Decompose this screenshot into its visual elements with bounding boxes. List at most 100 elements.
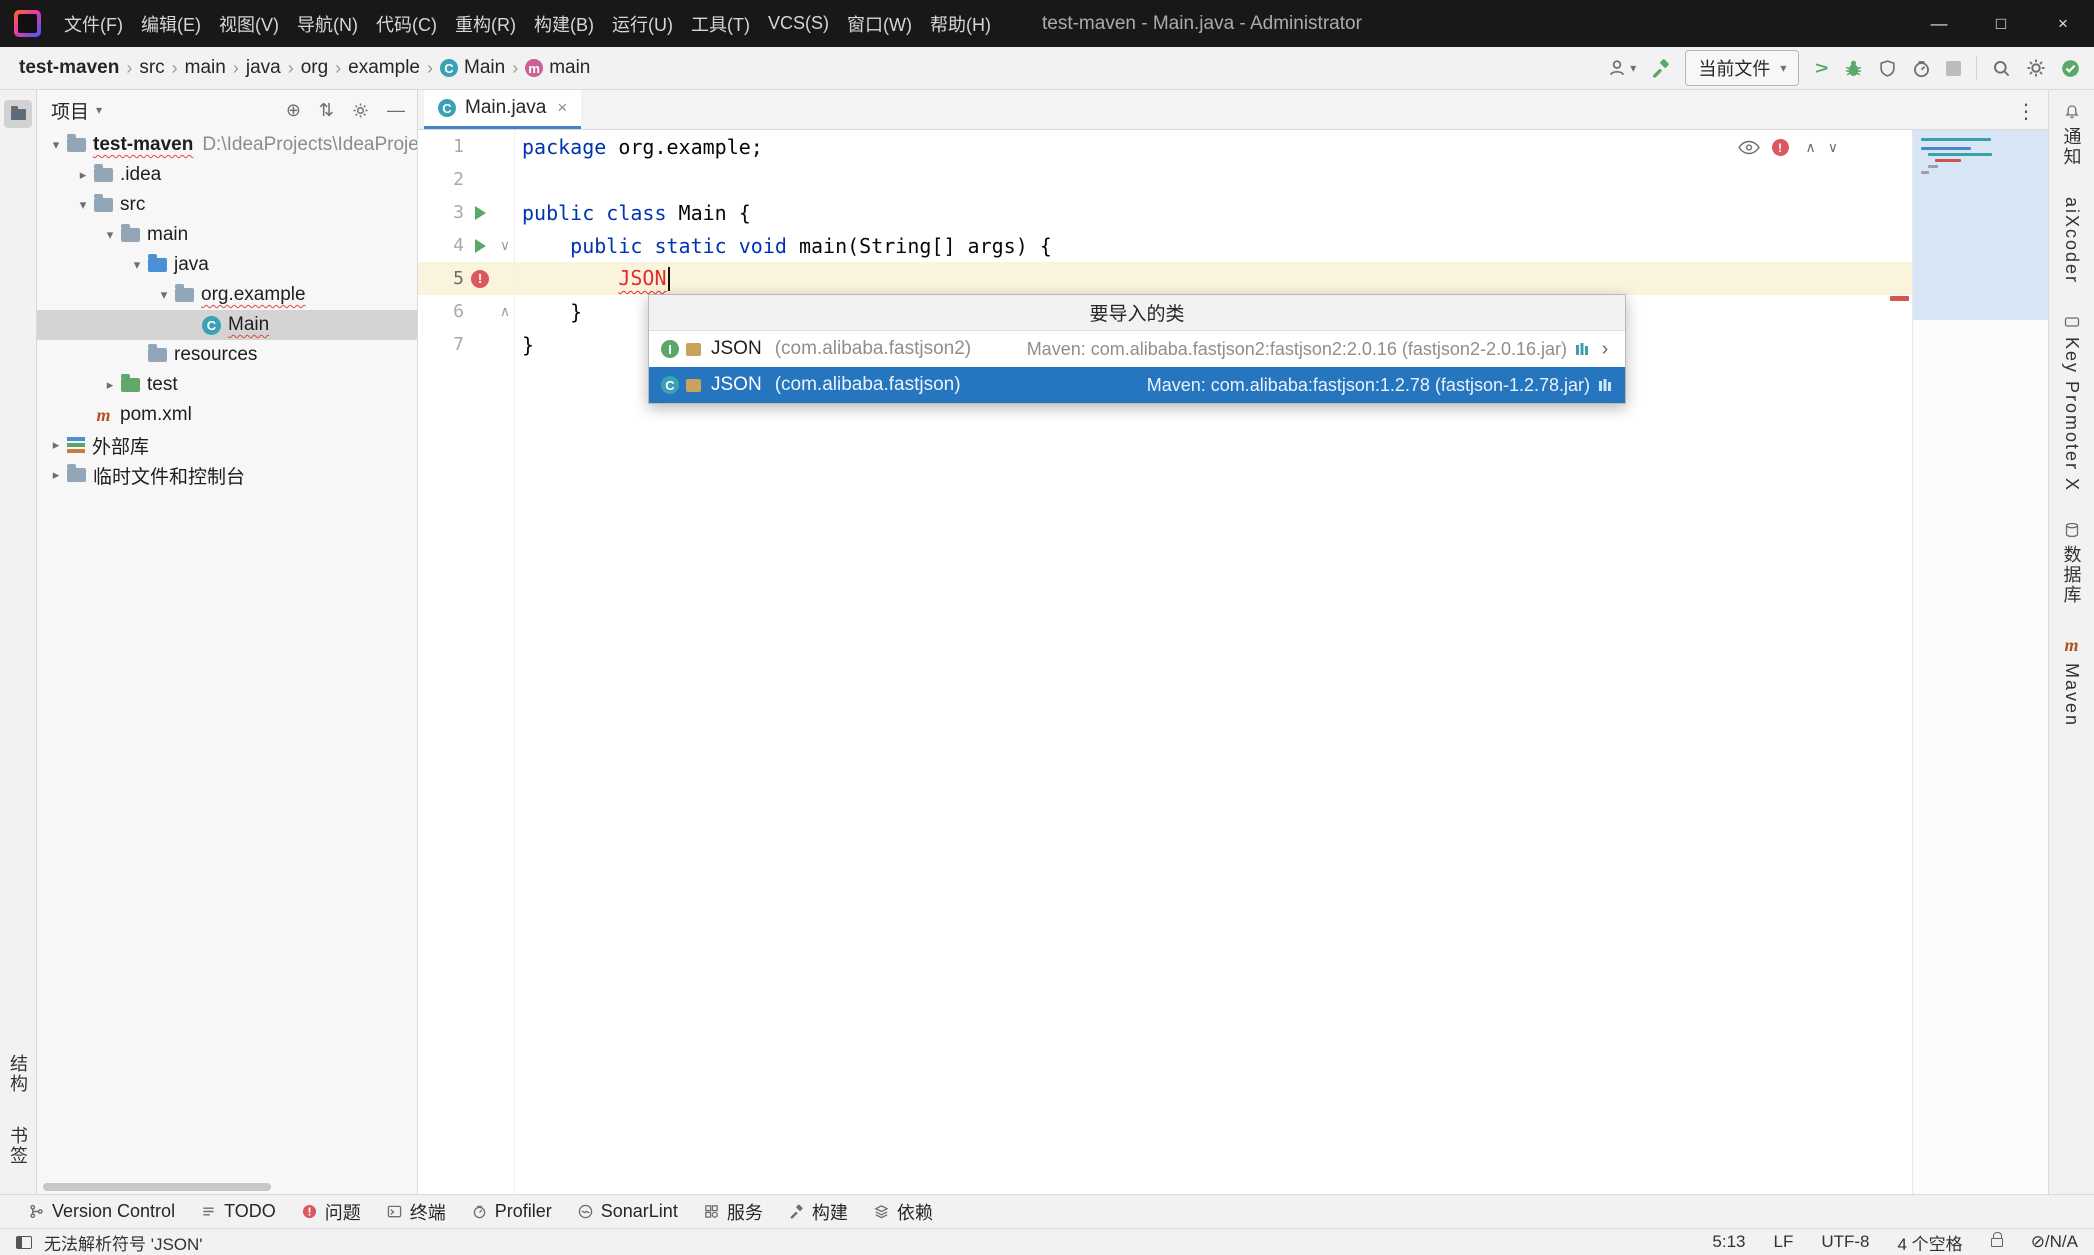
tree-item-org-example[interactable]: ▾ org.example bbox=[37, 280, 417, 310]
crumb-example[interactable]: example bbox=[345, 55, 423, 81]
run-config-selector[interactable]: 当前文件 ▾ bbox=[1685, 50, 1799, 86]
settings-gear-button[interactable] bbox=[2026, 58, 2046, 78]
search-everywhere-button[interactable] bbox=[1992, 59, 2011, 78]
tab-options-icon[interactable]: ⋮ bbox=[2016, 99, 2036, 124]
profiler-tool-button[interactable]: Profiler bbox=[459, 1195, 565, 1228]
indent-setting[interactable]: 4 个空格 bbox=[1898, 1230, 1963, 1255]
chevron-down-icon[interactable]: ▾ bbox=[96, 103, 102, 117]
chevron-down-icon[interactable]: ▾ bbox=[72, 197, 94, 213]
panel-options-gear-icon[interactable] bbox=[352, 102, 369, 119]
plugin-status-icon[interactable] bbox=[2061, 59, 2080, 78]
hide-panel-button[interactable]: — bbox=[387, 100, 405, 121]
code-editor[interactable]: 1 package org.example; 2 3 public class … bbox=[418, 130, 2048, 1194]
tab-main-java[interactable]: C Main.java × bbox=[424, 90, 581, 129]
profiler-button[interactable] bbox=[1912, 59, 1931, 78]
menu-tools[interactable]: 工具(T) bbox=[682, 0, 759, 47]
coverage-button[interactable] bbox=[1878, 59, 1897, 78]
maximize-button[interactable]: □ bbox=[1970, 0, 2032, 47]
crumb-project[interactable]: test-maven bbox=[16, 55, 122, 81]
highlighting-eye-icon[interactable] bbox=[1738, 140, 1760, 155]
crumb-src[interactable]: src bbox=[136, 55, 167, 81]
database-tool-button[interactable]: 数据库 bbox=[2059, 522, 2085, 605]
memory-indicator[interactable]: ⊘/N/A bbox=[2031, 1232, 2078, 1252]
error-count-badge[interactable]: ! bbox=[1772, 139, 1794, 156]
error-stripe-mark[interactable] bbox=[1890, 296, 1909, 301]
tree-item-test-maven[interactable]: ▾ test-maven D:\IdeaProjects\IdeaProje bbox=[37, 130, 417, 160]
tree-item-pom-xml[interactable]: m pom.xml bbox=[37, 400, 417, 430]
todo-tool-button[interactable]: TODO bbox=[188, 1195, 289, 1228]
minimap[interactable] bbox=[1912, 130, 2048, 1194]
previous-error-icon[interactable]: ∧ bbox=[1806, 139, 1816, 156]
error-stripe[interactable] bbox=[1889, 130, 1911, 1194]
menu-navigate[interactable]: 导航(N) bbox=[288, 0, 367, 47]
menu-edit[interactable]: 编辑(E) bbox=[132, 0, 210, 47]
run-button[interactable]: ∨ bbox=[1812, 61, 1832, 76]
fold-icon[interactable]: ∧ bbox=[496, 303, 514, 320]
chevron-down-icon[interactable]: ▾ bbox=[153, 287, 175, 303]
menu-file[interactable]: 文件(F) bbox=[55, 0, 132, 47]
tree-item-java[interactable]: ▾ java bbox=[37, 250, 417, 280]
run-class-icon[interactable] bbox=[475, 206, 486, 220]
close-button[interactable]: × bbox=[2032, 0, 2094, 47]
error-icon[interactable]: ! bbox=[471, 270, 489, 288]
line-separator[interactable]: LF bbox=[1773, 1232, 1793, 1252]
tree-item-main-class[interactable]: C Main bbox=[37, 310, 417, 340]
minimap-viewport[interactable] bbox=[1913, 130, 2048, 320]
tree-item-scratches[interactable]: ▸ 临时文件和控制台 bbox=[37, 460, 417, 490]
run-method-icon[interactable] bbox=[475, 239, 486, 253]
chevron-right-icon[interactable]: ▸ bbox=[45, 437, 67, 453]
stop-button[interactable] bbox=[1946, 61, 1961, 76]
file-encoding[interactable]: UTF-8 bbox=[1821, 1232, 1869, 1252]
import-option-fastjson[interactable]: C JSON (com.alibaba.fastjson) Maven: com… bbox=[649, 367, 1625, 403]
version-control-tool-button[interactable]: Version Control bbox=[16, 1195, 188, 1228]
problems-tool-button[interactable]: 问题 bbox=[289, 1195, 374, 1228]
menu-run[interactable]: 运行(U) bbox=[603, 0, 682, 47]
key-promoter-tool-button[interactable]: Key Promoter X bbox=[2061, 314, 2082, 492]
next-error-icon[interactable]: ∨ bbox=[1828, 139, 1838, 156]
menu-vcs[interactable]: VCS(S) bbox=[759, 0, 838, 47]
minimize-button[interactable]: — bbox=[1908, 0, 1970, 47]
terminal-tool-button[interactable]: 终端 bbox=[374, 1195, 459, 1228]
aixcoder-tool-button[interactable]: aiXcoder bbox=[2061, 197, 2082, 284]
chevron-right-icon[interactable]: ▸ bbox=[45, 467, 67, 483]
menu-help[interactable]: 帮助(H) bbox=[921, 0, 1000, 47]
tree-item-src[interactable]: ▾ src bbox=[37, 190, 417, 220]
close-tab-icon[interactable]: × bbox=[557, 98, 567, 118]
menu-refactor[interactable]: 重构(R) bbox=[446, 0, 525, 47]
build-hammer-icon[interactable] bbox=[1651, 59, 1670, 78]
fold-icon[interactable]: ∨ bbox=[496, 237, 514, 254]
structure-tool-button[interactable]: 结构 bbox=[5, 1054, 31, 1094]
chevron-right-icon[interactable]: ▸ bbox=[99, 377, 121, 393]
project-panel-title[interactable]: 项目 bbox=[51, 97, 89, 124]
chevron-down-icon[interactable]: ▾ bbox=[126, 257, 148, 273]
debug-button[interactable] bbox=[1844, 59, 1863, 78]
crumb-org[interactable]: org bbox=[298, 55, 331, 81]
sonarlint-tool-button[interactable]: SonarLint bbox=[565, 1195, 691, 1228]
build-tool-button[interactable]: 构建 bbox=[776, 1195, 861, 1228]
readonly-lock-icon[interactable] bbox=[1991, 1238, 2003, 1247]
locate-file-button[interactable]: ⊕ bbox=[286, 100, 301, 121]
crumb-java[interactable]: java bbox=[243, 55, 284, 81]
crumb-main-class[interactable]: C Main bbox=[437, 55, 508, 81]
chevron-right-icon[interactable]: ▸ bbox=[72, 167, 94, 183]
menu-code[interactable]: 代码(C) bbox=[367, 0, 446, 47]
maven-tool-button[interactable]: m Maven bbox=[2061, 635, 2082, 727]
chevron-down-icon[interactable]: ▾ bbox=[45, 137, 67, 153]
menu-build[interactable]: 构建(B) bbox=[525, 0, 603, 47]
tree-item-main[interactable]: ▾ main bbox=[37, 220, 417, 250]
bookmarks-tool-button[interactable]: 书签 bbox=[5, 1126, 31, 1166]
menu-view[interactable]: 视图(V) bbox=[210, 0, 288, 47]
tree-item-idea[interactable]: ▸ .idea bbox=[37, 160, 417, 190]
project-tool-button[interactable] bbox=[4, 100, 32, 128]
tool-window-switcher-icon[interactable] bbox=[16, 1236, 32, 1249]
chevron-down-icon[interactable]: ▾ bbox=[99, 227, 121, 243]
horizontal-scrollbar[interactable] bbox=[43, 1183, 271, 1191]
menu-window[interactable]: 窗口(W) bbox=[838, 0, 921, 47]
import-option-fastjson2[interactable]: I JSON (com.alibaba.fastjson2) Maven: co… bbox=[649, 331, 1625, 367]
dependencies-tool-button[interactable]: 依赖 bbox=[861, 1195, 946, 1228]
crumb-main-dir[interactable]: main bbox=[182, 55, 229, 81]
tree-item-external-libraries[interactable]: ▸ 外部库 bbox=[37, 430, 417, 460]
tree-item-test[interactable]: ▸ test bbox=[37, 370, 417, 400]
expand-collapse-button[interactable]: ⇅ bbox=[319, 100, 334, 121]
tree-item-resources[interactable]: resources bbox=[37, 340, 417, 370]
